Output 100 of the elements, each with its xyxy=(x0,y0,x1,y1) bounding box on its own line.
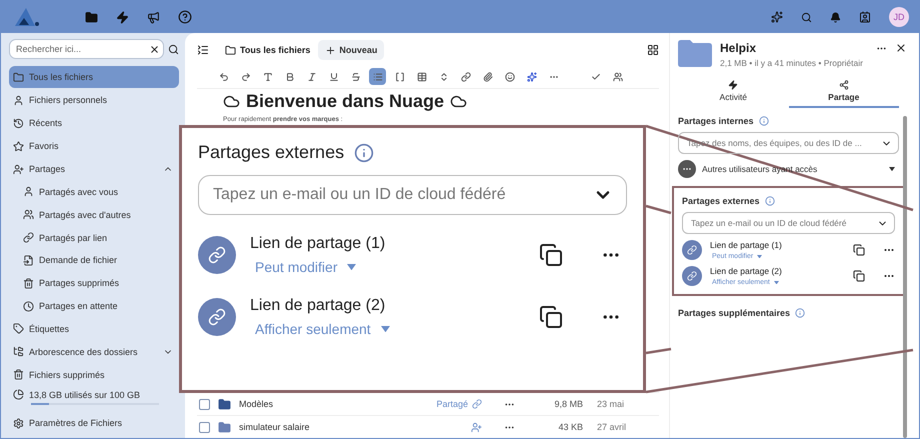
section-heading: Partages internes xyxy=(678,116,754,126)
copy-icon[interactable] xyxy=(539,305,563,329)
sidebar-item[interactable]: Récents xyxy=(9,112,179,134)
tab[interactable]: Activité xyxy=(678,76,788,108)
search-icon[interactable] xyxy=(801,12,812,22)
caret-icon[interactable] xyxy=(889,166,895,172)
folder-icon[interactable] xyxy=(85,10,98,24)
sidebar-item[interactable]: Fichiers personnels xyxy=(9,89,179,112)
link-avatar-icon xyxy=(198,298,236,336)
people-icon xyxy=(612,72,622,82)
sidebar-item[interactable]: Partages en attente xyxy=(9,295,179,317)
sidebar-item[interactable]: Partages xyxy=(9,158,179,180)
tab[interactable]: Partage xyxy=(788,76,899,108)
copy-icon[interactable] xyxy=(539,243,563,267)
more-icon xyxy=(678,160,696,178)
sparkles-icon[interactable] xyxy=(771,11,783,23)
share-link-name: Lien de partage (1) xyxy=(250,235,386,253)
lightning-icon xyxy=(728,80,738,90)
cloud-icon xyxy=(223,93,240,110)
table-icon xyxy=(416,72,426,82)
strikethrough-icon xyxy=(350,72,360,82)
copy-icon[interactable] xyxy=(853,270,865,282)
sidebar-item[interactable]: Partagés avec vous xyxy=(9,181,179,203)
file-row[interactable]: simulateur salaire 43 KB 27 avril xyxy=(197,415,659,438)
underline-icon xyxy=(328,72,338,82)
text-size-icon xyxy=(262,72,272,82)
paperclip-icon xyxy=(482,72,492,82)
breadcrumb[interactable]: Tous les fichiers xyxy=(240,45,310,55)
sidebar-item[interactable]: Partagés avec d'autres xyxy=(9,204,179,226)
share-icon xyxy=(838,80,849,90)
bold-icon xyxy=(284,72,294,82)
scrollbar[interactable] xyxy=(903,116,907,438)
users-icon xyxy=(23,209,34,220)
settings-item[interactable]: Paramètres de Fichiers xyxy=(9,412,179,434)
info-icon xyxy=(758,116,769,126)
sidebar-item[interactable]: Arborescence des dossiers xyxy=(9,340,179,363)
grid-view-icon[interactable] xyxy=(647,44,659,56)
undo-icon xyxy=(218,72,228,82)
sparkles-icon xyxy=(526,72,536,82)
contacts-icon[interactable] xyxy=(859,11,871,23)
help-icon[interactable] xyxy=(178,10,192,24)
share-link-name: Lien de partage (2) xyxy=(710,266,783,276)
section-heading: Partages externes xyxy=(682,196,760,206)
file-date: 23 mai xyxy=(597,399,624,409)
sidebar-item[interactable]: Partages supprimés xyxy=(9,272,179,294)
link-avatar-icon xyxy=(682,266,702,286)
user-plus-icon xyxy=(13,164,24,175)
share-search-field[interactable]: Tapez un e-mail ou un ID de cloud fédéré xyxy=(682,212,895,234)
megaphone-icon[interactable] xyxy=(147,10,160,24)
link-icon xyxy=(472,399,482,409)
file-size: 9,8 MB xyxy=(553,399,583,409)
folder-icon xyxy=(218,398,231,410)
file-size: 43 KB xyxy=(557,422,583,432)
file-name: Modèles xyxy=(239,399,274,409)
file-icon xyxy=(23,254,34,266)
sidebar-item[interactable]: Favoris xyxy=(9,135,179,158)
sidebar-item[interactable]: Fichiers supprimés xyxy=(9,364,179,386)
redo-icon xyxy=(240,72,250,82)
sidebar-item[interactable]: Tous les fichiers xyxy=(9,66,179,88)
sidebar-item[interactable]: Demande de fichier xyxy=(9,250,179,272)
new-button[interactable]: Nouveau xyxy=(318,40,384,60)
section-heading: Partages supplémentaires xyxy=(678,308,790,318)
info-icon xyxy=(764,196,775,206)
lightning-icon[interactable] xyxy=(116,10,129,24)
user-avatar[interactable]: JD xyxy=(889,7,909,27)
link-avatar-icon xyxy=(198,236,236,274)
checkbox[interactable] xyxy=(199,422,210,432)
smiley-icon xyxy=(504,72,514,82)
storage-usage: 13,8 GB utilisés sur 100 GB xyxy=(29,390,140,400)
logo-icon[interactable] xyxy=(15,8,41,26)
section-heading: Partages externes xyxy=(198,142,344,163)
share-link-name: Lien de partage (2) xyxy=(250,297,386,315)
document-title: Bienvenue dans Nuage xyxy=(246,91,444,112)
sidebar-item[interactable]: Partagés par lien xyxy=(9,226,179,249)
link-icon xyxy=(23,232,34,244)
copy-icon[interactable] xyxy=(853,244,865,256)
folder-icon xyxy=(13,72,24,82)
user-icon xyxy=(23,186,34,198)
info-icon xyxy=(354,142,374,162)
folder-icon xyxy=(225,44,236,56)
search-icon[interactable] xyxy=(168,44,179,54)
link-avatar-icon xyxy=(682,240,702,260)
list-button[interactable] xyxy=(369,68,386,85)
history-icon xyxy=(13,118,24,129)
clock-icon xyxy=(23,300,34,312)
info-icon xyxy=(795,308,806,318)
check-icon xyxy=(590,72,600,82)
checkbox[interactable] xyxy=(199,398,210,410)
close-icon[interactable] xyxy=(895,42,907,54)
share-search-field[interactable]: Tapez un e-mail ou un ID de cloud fédéré xyxy=(198,175,627,215)
bell-icon[interactable] xyxy=(830,12,841,22)
sidebar-item[interactable]: Étiquettes xyxy=(9,318,179,340)
sidebar-toggle-icon[interactable] xyxy=(197,44,209,56)
search-field[interactable]: Rechercher ici... xyxy=(9,39,164,59)
file-name: simulateur salaire xyxy=(239,422,311,432)
share-link-name: Lien de partage (1) xyxy=(710,240,783,250)
expand-icon xyxy=(438,72,448,82)
trash-icon xyxy=(23,278,34,289)
file-title: Helpix xyxy=(720,41,758,55)
user-plus-icon xyxy=(471,422,482,432)
